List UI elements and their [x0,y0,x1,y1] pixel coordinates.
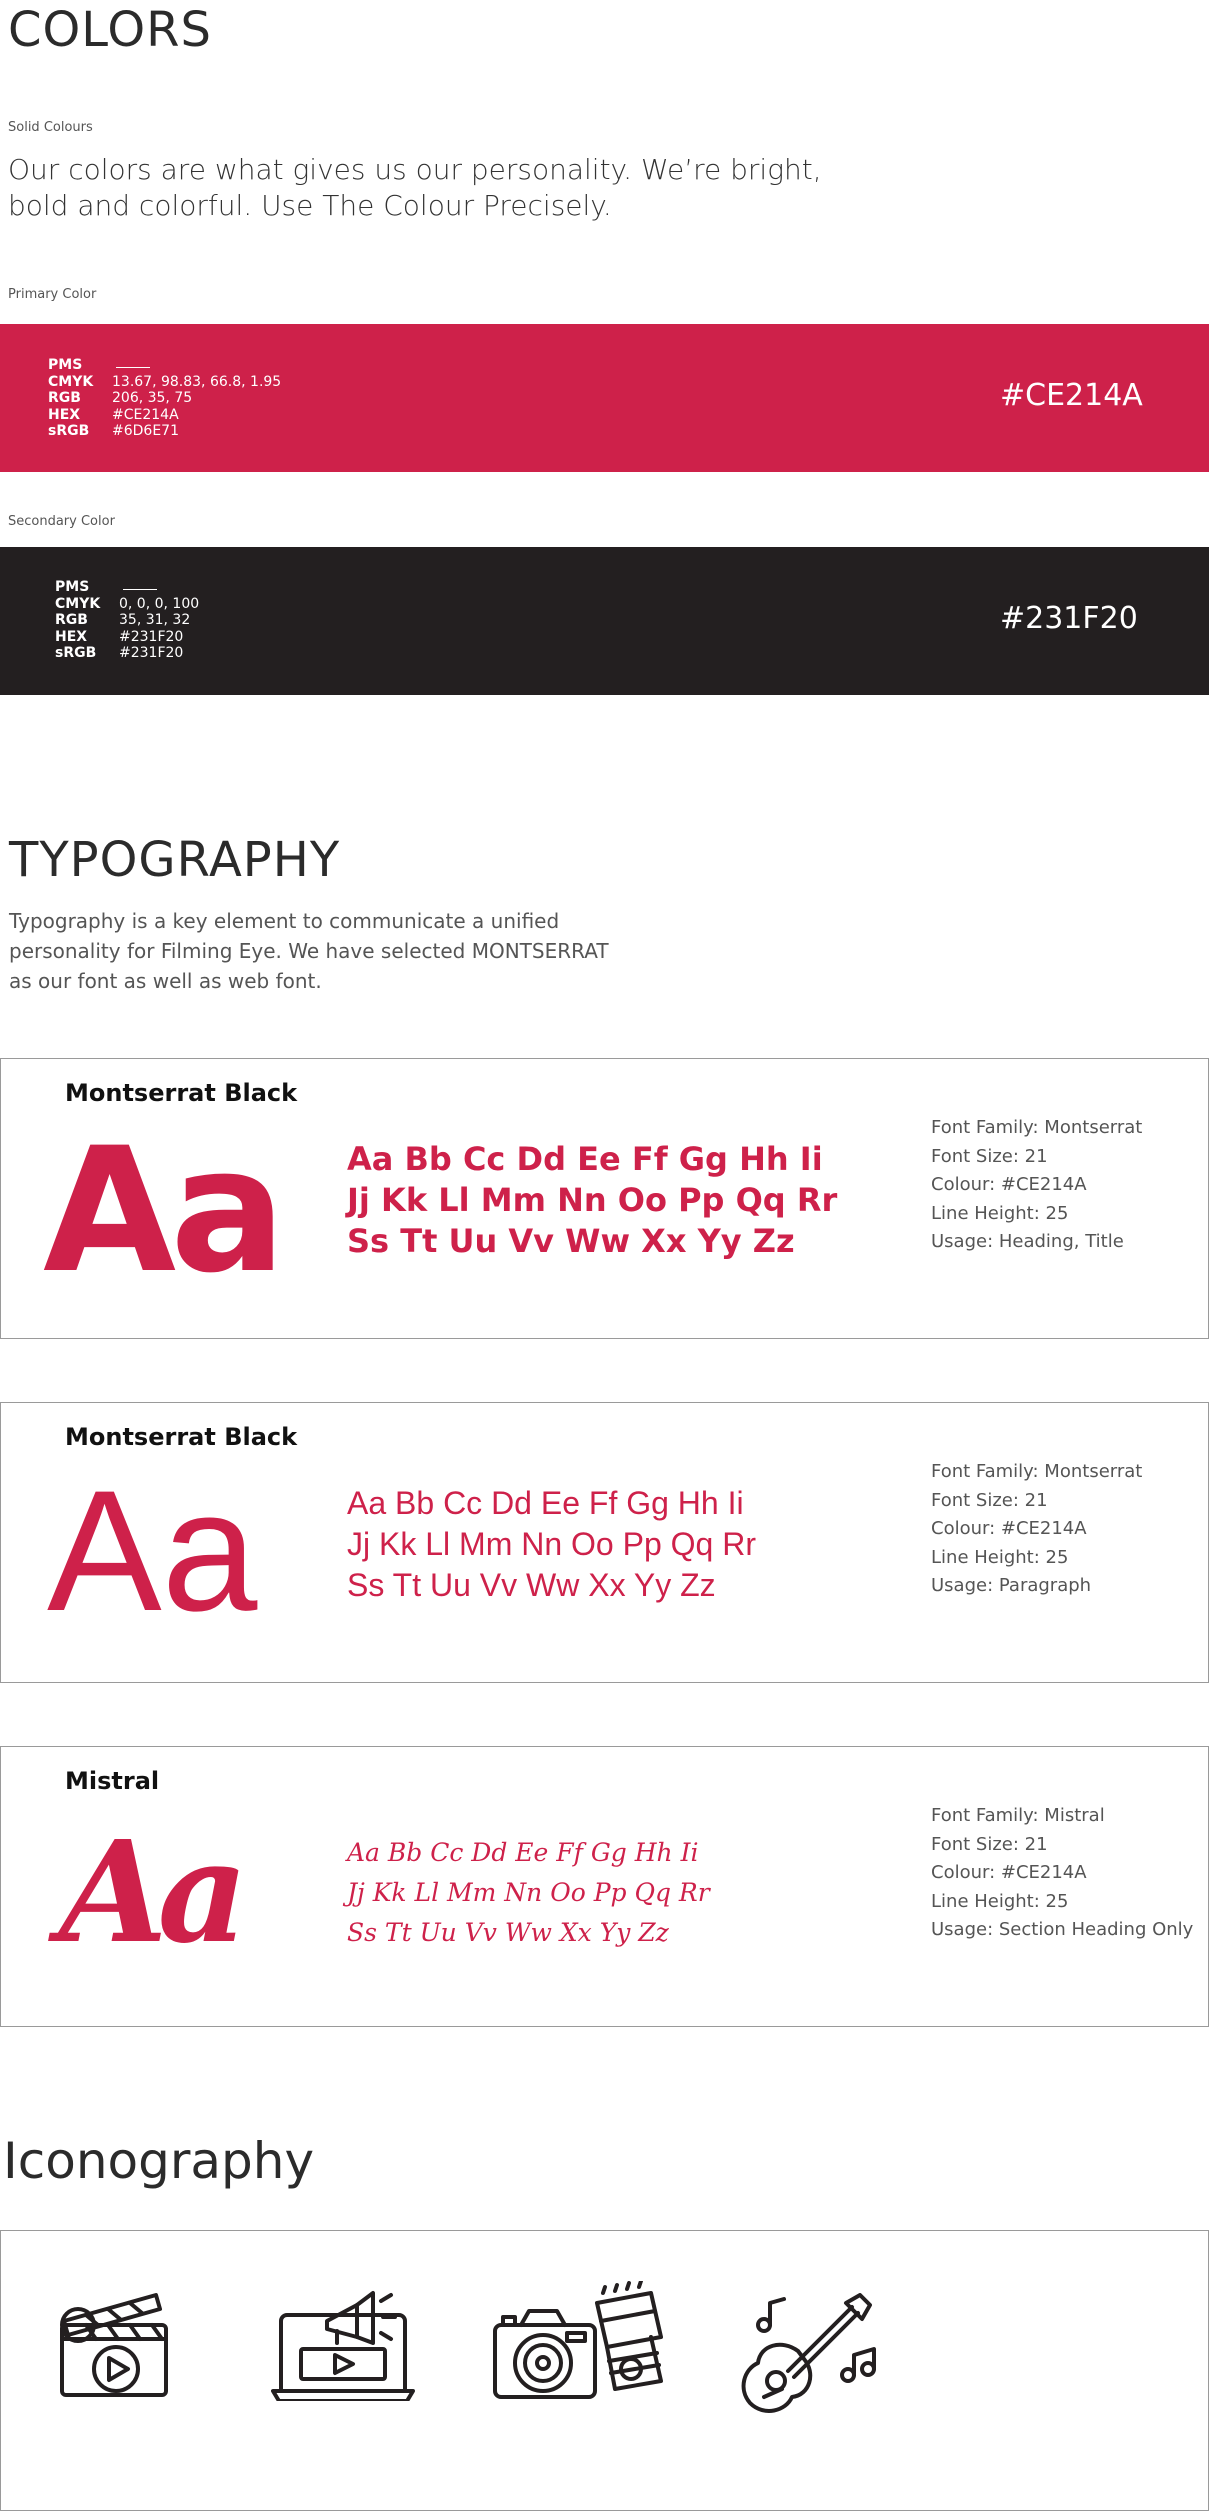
colors-intro-line-1: Our colors are what gives us our persona… [8,153,822,186]
laptop-video-megaphone-icon [271,2291,415,2401]
font-metadata: Font Family: Montserrat Font Size: 21 Co… [931,1114,1142,1257]
meta-line: Colour: #CE214A [931,1862,1087,1883]
alphabet-line: Jj Kk Ll Mm Nn Oo Pp Qq Rr [347,1181,838,1219]
spec-key: sRGB [55,645,97,661]
colors-heading: COLORS [8,2,212,58]
spec-row: CMYK 0, 0, 0, 100 [55,596,199,613]
secondary-hex-display: #231F20 [1000,601,1138,636]
spec-value: 0, 0, 0, 100 [119,595,200,612]
spec-value: 13.67, 98.83, 66.8, 1.95 [112,373,282,390]
typography-intro-line-1: Typography is a key element to communica… [9,909,560,933]
typography-intro-line-3: as our font as well as web font. [9,969,322,993]
alphabet-line: Aa Bb Cc Dd Ee Ff Gg Hh Ii [347,1485,744,1521]
alphabet-line: Jj Kk Ll Mm Nn Oo Pp Qq Rr [347,1526,756,1562]
font-metadata: Font Family: Montserrat Font Size: 21 Co… [931,1458,1142,1601]
alphabet-line: Ss Tt Uu Vv Ww Xx Yy Zz [347,1222,795,1260]
spec-key: RGB [55,612,88,628]
font-sample-aa: Aa [59,1811,248,1975]
font-sample-aa: Aa [47,1455,258,1647]
meta-line: Colour: #CE214A [931,1518,1087,1539]
guitar-music-icon [741,2293,876,2413]
spec-row: sRGB #6D6E71 [48,423,281,440]
spec-key: CMYK [48,373,94,390]
meta-line: Font Family: Montserrat [931,1117,1143,1138]
spec-key: HEX [48,406,81,423]
spec-key: sRGB [48,423,90,439]
meta-line: Usage: Section Heading Only [931,1919,1194,1940]
meta-line: Usage: Heading, Title [931,1231,1124,1252]
spec-value: #6D6E71 [112,423,179,439]
spec-row: RGB 206, 35, 75 [48,390,281,407]
meta-line: Font Size: 21 [931,1145,1048,1167]
spec-key: PMS [48,357,83,373]
font-card-title: Montserrat Black [65,1079,298,1107]
meta-line: Font Size: 21 [931,1833,1048,1855]
spec-row: HEX #231F20 [55,629,199,646]
typography-heading: TYPOGRAPHY [9,832,341,888]
spec-key: CMYK [55,595,101,612]
alphabet-sample: Aa Bb Cc Dd Ee Ff Gg Hh Ii Jj Kk Ll Mm N… [347,1483,756,1606]
clapperboard-icon [60,2293,168,2397]
spec-row: PMS [55,579,199,596]
alphabet-line: Ss Tt Uu Vv Ww Xx Yy Zz [347,1567,716,1603]
spec-value: #231F20 [119,645,184,661]
meta-line: Line Height: 25 [931,1546,1069,1568]
meta-line: Colour: #CE214A [931,1174,1087,1195]
alphabet-sample: Aa Bb Cc Dd Ee Ff Gg Hh Ii Jj Kk Ll Mm N… [347,1833,710,1953]
secondary-color-specs: PMS CMYK 0, 0, 0, 100 RGB 35, 31, 32 HEX #2… [55,579,199,662]
colors-intro-line-2: bold and colorful. Use The Colour Precis… [8,189,612,222]
spec-key: HEX [55,628,88,645]
solid-colours-label: Solid Colours [8,120,93,135]
iconography-heading: Iconography [3,2132,315,2190]
meta-line: Font Size: 21 [931,1489,1048,1511]
spec-blank-line [116,357,150,368]
spec-key: RGB [48,390,81,406]
alphabet-line: Aa Bb Cc Dd Ee Ff Gg Hh Ii [347,1140,823,1178]
spec-value: 206, 35, 75 [112,390,193,406]
spec-row: CMYK 13.67, 98.83, 66.8, 1.95 [48,374,281,391]
primary-color-specs: PMS CMYK 13.67, 98.83, 66.8, 1.95 RGB 206,… [48,357,281,440]
spec-value: #CE214A [112,406,179,423]
spec-key: PMS [55,579,90,595]
spec-row: sRGB #231F20 [55,645,199,662]
camera-lens-icon [493,2281,663,2399]
font-card-section-heading: Mistral Aa Aa Bb Cc Dd Ee Ff Gg Hh Ii Jj… [0,1746,1209,2027]
alphabet-line: Ss Tt Uu Vv Ww Xx Yy Zz [347,1918,669,1947]
primary-color-swatch: PMS CMYK 13.67, 98.83, 66.8, 1.95 RGB 206,… [0,324,1209,472]
spec-row: PMS [48,357,281,374]
font-card-heading: Montserrat Black Aa Aa Bb Cc Dd Ee Ff Gg… [0,1058,1209,1339]
secondary-color-label: Secondary Color [8,514,115,529]
meta-line: Line Height: 25 [931,1202,1069,1224]
primary-color-label: Primary Color [8,287,97,302]
meta-line: Usage: Paragraph [931,1575,1092,1596]
meta-line: Line Height: 25 [931,1890,1069,1912]
spec-value: 35, 31, 32 [119,612,191,628]
font-card-title: Mistral [65,1767,160,1795]
font-card-title: Montserrat Black [65,1423,298,1451]
font-metadata: Font Family: Mistral Font Size: 21 Colou… [931,1802,1193,1945]
meta-line: Font Family: Mistral [931,1805,1105,1826]
spec-row: HEX #CE214A [48,407,281,424]
typography-intro-line-2: personality for Filming Eye. We have sel… [9,939,609,963]
alphabet-line: Jj Kk Ll Mm Nn Oo Pp Qq Rr [347,1878,710,1907]
alphabet-line: Aa Bb Cc Dd Ee Ff Gg Hh Ii [347,1838,699,1867]
font-card-paragraph: Montserrat Black Aa Aa Bb Cc Dd Ee Ff Gg… [0,1402,1209,1683]
font-sample-aa: Aa [43,1110,286,1311]
typography-intro: Typography is a key element to communica… [9,906,609,996]
iconography-box [0,2230,1209,2511]
spec-row: RGB 35, 31, 32 [55,612,199,629]
spec-blank-line [123,579,157,590]
primary-hex-display: #CE214A [1000,378,1143,413]
colors-intro: Our colors are what gives us our persona… [8,152,822,224]
meta-line: Font Family: Montserrat [931,1461,1143,1482]
spec-value: #231F20 [119,628,184,645]
secondary-color-swatch: PMS CMYK 0, 0, 0, 100 RGB 35, 31, 32 HEX #2… [0,547,1209,695]
alphabet-sample: Aa Bb Cc Dd Ee Ff Gg Hh Ii Jj Kk Ll Mm N… [347,1139,837,1262]
